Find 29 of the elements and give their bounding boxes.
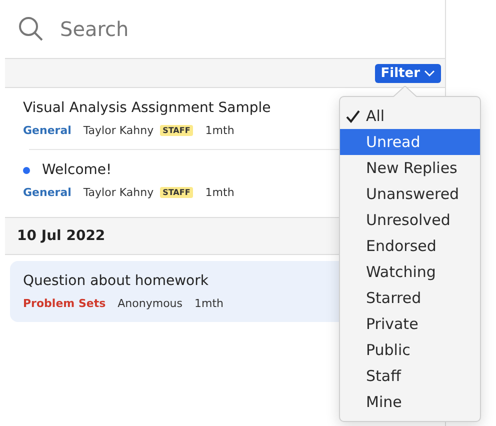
- unread-dot: [23, 166, 30, 174]
- chevron-down-icon: [424, 70, 435, 76]
- post-title: Welcome!: [42, 162, 112, 178]
- staff-badge: STAFF: [160, 187, 194, 198]
- category-label: General: [23, 124, 72, 137]
- author-name: Anonymous: [118, 297, 182, 310]
- menu-item[interactable]: All: [340, 103, 480, 129]
- post-title: Visual Analysis Assignment Sample: [23, 100, 271, 116]
- menu-item[interactable]: Public: [340, 337, 480, 363]
- staff-badge: STAFF: [160, 125, 194, 136]
- author-name: Taylor Kahny: [83, 186, 154, 199]
- menu-item[interactable]: Endorsed: [340, 233, 480, 259]
- filter-button[interactable]: Filter: [374, 64, 441, 82]
- category-label: Problem Sets: [23, 297, 106, 310]
- category-label: General: [23, 186, 72, 199]
- menu-item[interactable]: Unresolved: [340, 207, 480, 233]
- menu-item[interactable]: Unanswered: [340, 181, 480, 207]
- search-icon: [18, 16, 44, 42]
- menu-item[interactable]: New Replies: [340, 155, 480, 181]
- post-time: 1mth: [194, 297, 224, 310]
- post-title: Question about homework: [23, 273, 208, 289]
- post-time: 1mth: [205, 124, 234, 137]
- menu-item[interactable]: Unread: [340, 129, 480, 155]
- menu-item[interactable]: Staff: [340, 363, 480, 389]
- date-header: 10 Jul 2022: [17, 228, 106, 244]
- post-time: 1mth: [205, 186, 234, 199]
- author-name: Taylor Kahny: [83, 124, 154, 137]
- menu-item[interactable]: Mine: [340, 389, 480, 415]
- search-field[interactable]: Search: [58, 16, 362, 42]
